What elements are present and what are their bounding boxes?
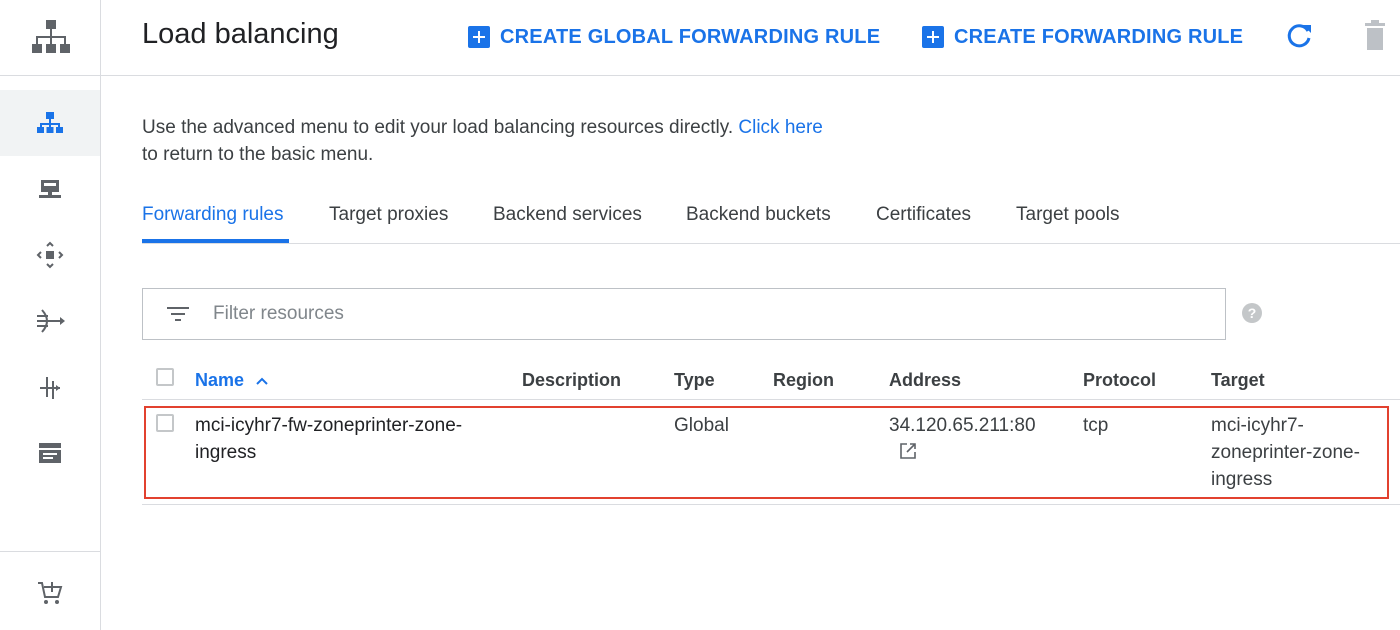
tab-backend-buckets[interactable]: Backend buckets: [686, 204, 831, 226]
page-title: Load balancing: [142, 18, 339, 50]
rail-divider: [0, 551, 101, 552]
resource-tabs: Forwarding rules Target proxies Backend …: [142, 200, 1400, 244]
column-name-label: Name: [195, 370, 245, 390]
column-description-header[interactable]: Description: [522, 370, 621, 391]
cloud-dns-icon[interactable]: [0, 222, 100, 288]
row-highlight-box: [144, 406, 1389, 499]
advanced-menu-text-after: to return to the basic menu.: [142, 144, 374, 165]
marketplace-icon[interactable]: [0, 560, 100, 626]
advanced-menu-text: Use the advanced menu to edit your load …: [142, 117, 739, 138]
tab-certificates[interactable]: Certificates: [876, 204, 971, 226]
add-icon: [468, 26, 490, 48]
tab-backend-services[interactable]: Backend services: [493, 204, 642, 226]
load-balancing-icon[interactable]: [0, 90, 100, 156]
tab-target-proxies[interactable]: Target proxies: [329, 204, 448, 226]
column-address-header[interactable]: Address: [889, 370, 961, 391]
column-type-header[interactable]: Type: [674, 370, 715, 391]
table-header: Name Description Type Region Address Pro…: [142, 360, 1400, 400]
select-all-checkbox[interactable]: [156, 368, 174, 386]
column-protocol-header[interactable]: Protocol: [1083, 370, 1156, 391]
network-services-logo[interactable]: [0, 0, 101, 76]
add-icon: [922, 26, 944, 48]
column-name-header[interactable]: Name: [195, 370, 269, 391]
tab-forwarding-rules[interactable]: Forwarding rules: [142, 204, 284, 226]
create-forwarding-rule-label: CREATE FORWARDING RULE: [954, 25, 1244, 48]
tab-target-pools[interactable]: Target pools: [1016, 204, 1120, 226]
column-region-header[interactable]: Region: [773, 370, 834, 391]
help-icon[interactable]: ?: [1242, 303, 1262, 323]
sort-ascending-icon: [256, 377, 268, 385]
create-global-forwarding-rule-label: CREATE GLOBAL FORWARDING RULE: [500, 25, 881, 48]
active-tab-indicator: [142, 239, 289, 243]
column-target-header[interactable]: Target: [1211, 370, 1265, 391]
network-services-icon: [31, 19, 70, 53]
advanced-menu-note: Use the advanced menu to edit your load …: [142, 114, 823, 168]
filter-list-icon: [143, 305, 213, 323]
filter-resources-input[interactable]: [213, 303, 1113, 325]
create-forwarding-rule-button[interactable]: CREATE FORWARDING RULE: [922, 23, 1243, 51]
service-directory-icon[interactable]: [0, 420, 100, 486]
create-global-forwarding-rule-button[interactable]: CREATE GLOBAL FORWARDING RULE: [468, 23, 880, 51]
delete-icon[interactable]: [1362, 18, 1388, 52]
compute-icon[interactable]: [0, 156, 100, 222]
left-nav-rail: [0, 0, 101, 630]
filter-bar: [142, 288, 1226, 340]
basic-menu-link[interactable]: Click here: [738, 117, 822, 138]
cdn-icon[interactable]: [0, 354, 100, 420]
page-header: Load balancing CREATE GLOBAL FORWARDING …: [101, 0, 1400, 76]
traffic-director-icon[interactable]: [0, 288, 100, 354]
refresh-icon[interactable]: [1283, 20, 1315, 52]
